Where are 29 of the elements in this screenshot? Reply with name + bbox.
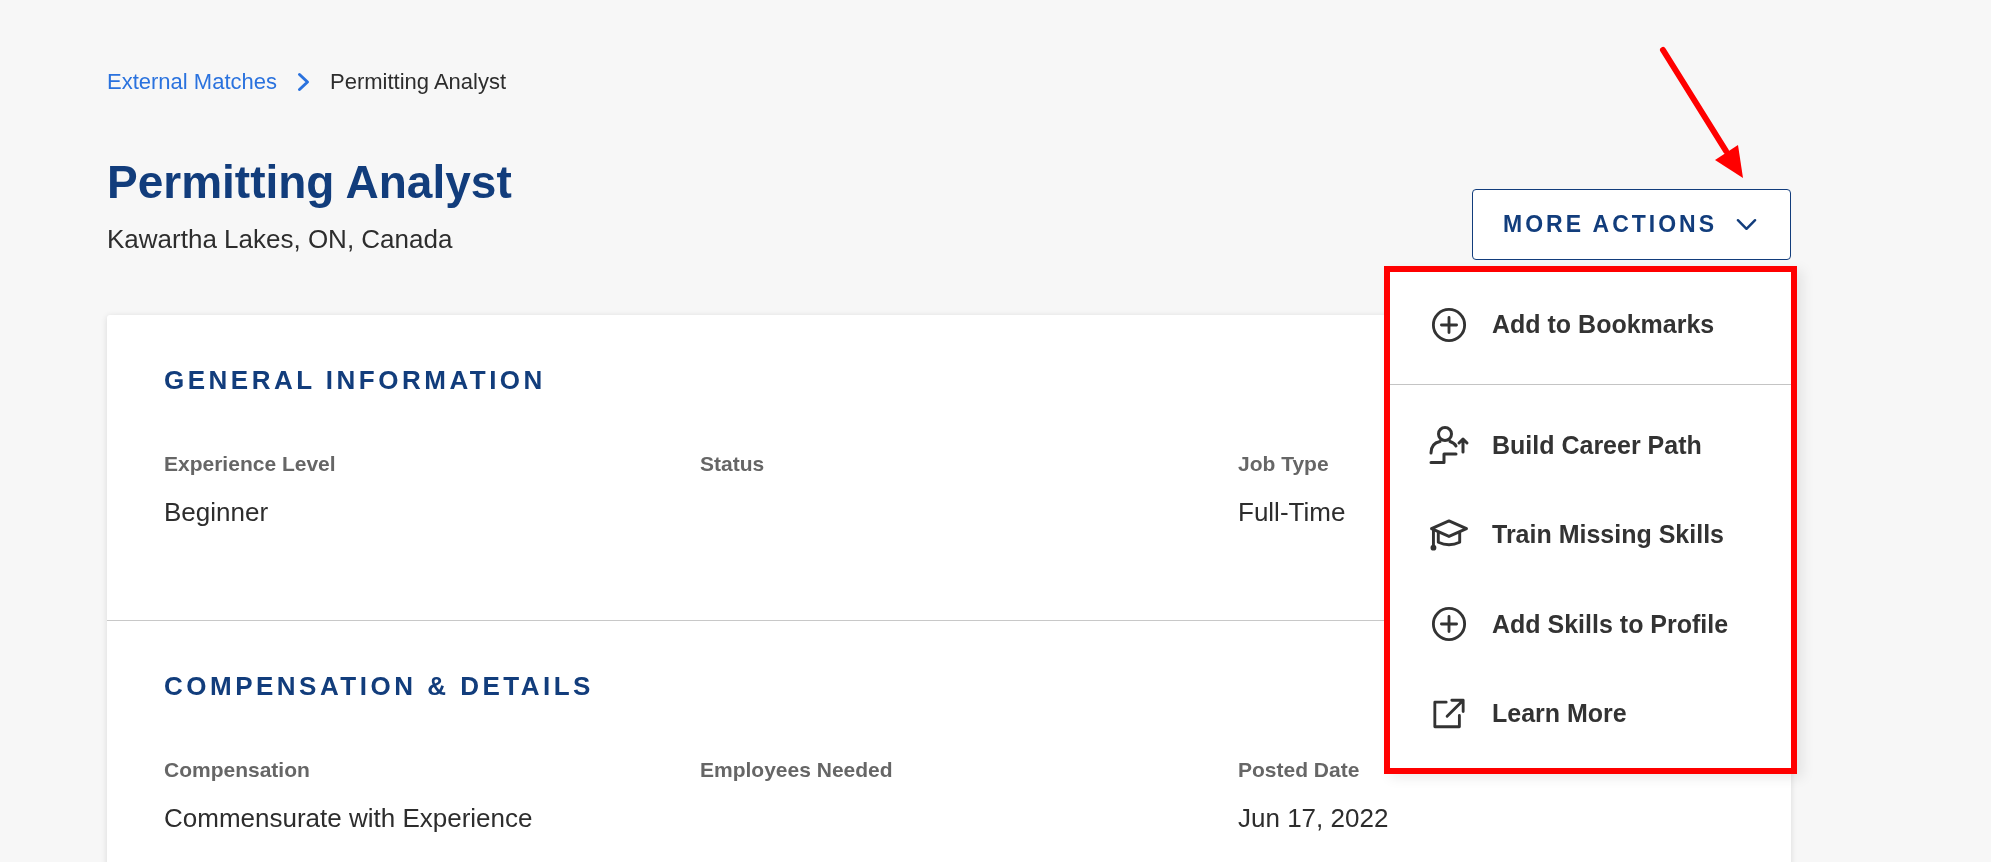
person-steps-up-icon: [1428, 425, 1470, 466]
field-value: Beginner: [164, 496, 269, 528]
menu-item[interactable]: Add to Bookmarks: [1390, 280, 1791, 370]
section-title: COMPENSATION & DETAILS: [164, 670, 594, 702]
chevron-down-icon: [1736, 218, 1758, 231]
menu-item[interactable]: Add Skills to Profile: [1390, 579, 1791, 669]
section-title: GENERAL INFORMATION: [164, 364, 546, 396]
breadcrumb-link[interactable]: External Matches: [107, 67, 277, 97]
field-value: Full-Time: [1238, 496, 1346, 528]
field-label: Job Type: [1238, 451, 1329, 477]
menu-item[interactable]: Build Career Path: [1390, 400, 1791, 490]
field-value: Commensurate with Experience: [164, 802, 533, 834]
plus-circle-icon: [1431, 306, 1467, 343]
external-link-icon: [1432, 697, 1466, 731]
field-label: Posted Date: [1238, 757, 1360, 783]
more-actions-button[interactable]: MORE ACTIONS: [1472, 189, 1791, 260]
breadcrumb-current-page: Permitting Analyst: [329, 68, 507, 96]
field-label: Status: [700, 451, 765, 477]
job-location: Kawartha Lakes, ON, Canada: [107, 223, 453, 255]
field-value: Jun 17, 2022: [1238, 802, 1389, 834]
field-label: Compensation: [164, 757, 310, 783]
field-label: Employees Needed: [700, 757, 893, 783]
menu-item[interactable]: Learn More: [1390, 669, 1791, 759]
field-label: Experience Level: [164, 451, 336, 477]
menu-item[interactable]: Train Missing Skills: [1390, 490, 1791, 580]
graduation-cap-icon: [1428, 517, 1470, 553]
job-title: Permitting Analyst: [107, 155, 512, 209]
plus-circle-icon: [1431, 606, 1467, 643]
chevron-right-icon: [296, 72, 310, 92]
